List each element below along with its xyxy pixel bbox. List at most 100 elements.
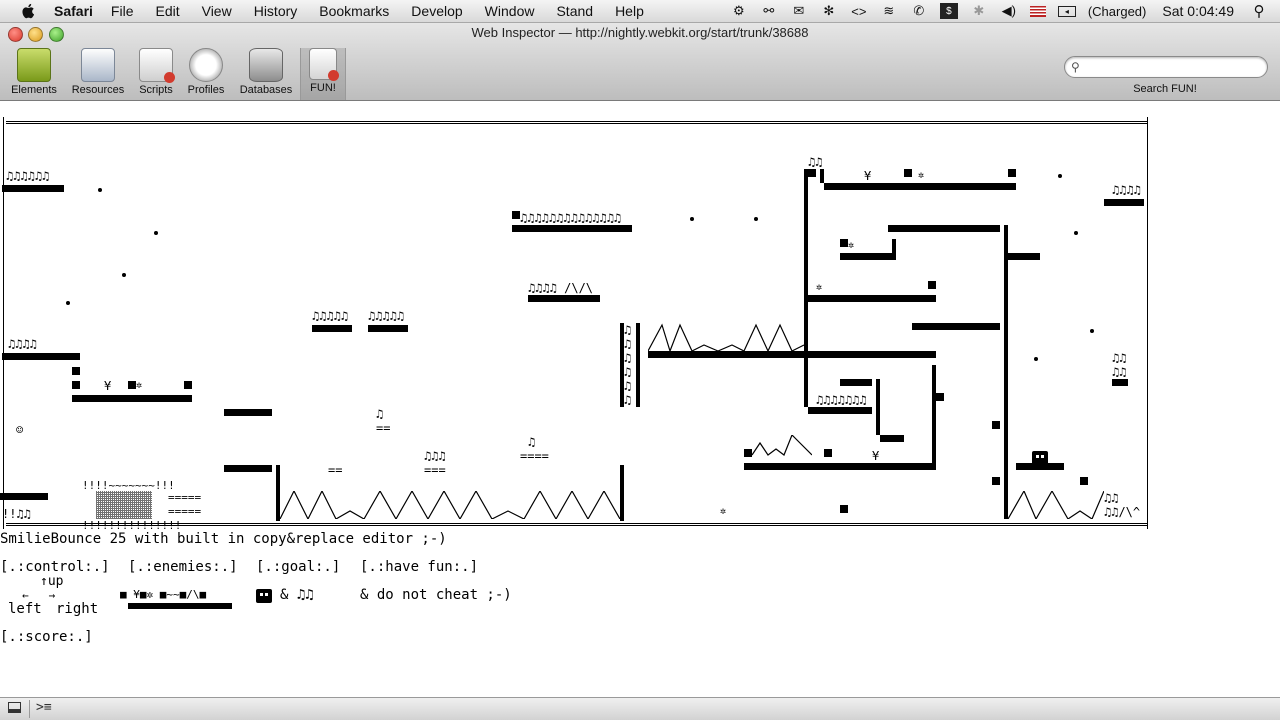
fun-panel: ♫♫♫♫♫♫ ♫♫♫♫ ¥ ✲ ☺ !!♫♫ !!!!~~~~~~~!!! !!… [0,101,1280,697]
tool-databases-label: Databases [239,84,293,96]
platform [1104,199,1144,206]
sun-enemy: ✲ [848,240,855,251]
control-label: [.:control:.] [0,559,110,575]
menu-window[interactable]: Window [485,3,535,19]
clock[interactable]: Sat 0:04:49 [1162,3,1234,19]
wall-segment [1004,225,1008,519]
dash-pad: ===== [168,491,202,504]
eq-pad: == [376,421,391,435]
tool-databases[interactable]: Databases [234,48,298,96]
tool-elements[interactable]: Elements [2,48,66,96]
volume-icon[interactable]: ◀) [1000,3,1018,19]
wifi-icon[interactable]: ≋ [880,3,898,19]
status-separator [29,700,30,718]
enemy-block [936,393,944,401]
tool-elements-label: Elements [11,84,57,96]
platform [2,185,64,192]
sun-enemy: ✲ [816,282,823,293]
platform [1008,253,1040,260]
dock-to-window-icon[interactable] [8,702,21,713]
goal-glyphs: & ♫♫ [280,587,314,603]
platform [888,225,1000,232]
profiles-icon [189,48,223,82]
battery-status[interactable]: (Charged) [1088,4,1147,19]
platform [312,325,352,332]
cheat-note: & do not cheat ;-) [360,587,512,603]
code-icon[interactable]: <> [850,3,868,19]
notes-cluster: ♫♫♫ [424,449,446,463]
board-top-border [6,121,1148,124]
sun-enemy: ✲ [720,506,727,517]
us-flag-icon[interactable] [1029,5,1046,17]
platform [824,183,1016,190]
enemy-block [512,211,520,219]
tool-scripts-label: Scripts [139,84,173,96]
score-label: [.:score:.] [0,629,93,645]
enemy-block [824,449,832,457]
battery-icon[interactable]: ◂ [1057,5,1076,17]
wall-segment [820,169,824,183]
spike-floor [280,491,620,519]
game-board[interactable]: ♫♫♫♫♫♫ ♫♫♫♫ ¥ ✲ ☺ !!♫♫ !!!!~~~~~~~!!! !!… [0,113,1160,533]
notes-bottom-right: ♫♫ ♫♫/\^ [1104,491,1141,519]
menu-history[interactable]: History [254,3,298,19]
platform [808,295,936,302]
tool-fun[interactable]: FUN! [300,48,346,100]
terminal-icon[interactable]: $ [939,3,958,19]
menu-file[interactable]: File [111,3,134,19]
note-column: ♫ ♫ ♫ ♫ ♫ ♫ [624,323,632,407]
tool-profiles[interactable]: Profiles [174,48,238,96]
link-icon[interactable]: ⚯ [760,3,778,19]
platform [72,395,192,402]
spotlight-helper-icon[interactable]: ⚙ [730,3,748,19]
notes-right-mid: ♫♫ ♫♫ [1112,351,1127,379]
bounce-dot [154,231,158,235]
bounce-dot [1090,329,1094,333]
spotlight-icon[interactable]: ⚲ [1250,3,1268,20]
single-note: ♫ [376,407,384,421]
sun-enemy: ✲ [136,380,143,391]
platform [648,351,936,358]
elements-icon [17,48,51,82]
goal-label: [.:goal:.] [256,559,341,575]
phone-icon[interactable]: ✆ [910,3,928,19]
platform [1016,463,1064,470]
app-menu[interactable]: Safari [54,3,93,19]
tool-resources[interactable]: Resources [66,48,130,96]
scripts-icon [139,48,175,83]
spike-ridge [752,435,812,456]
bluetooth-icon[interactable]: ✱ [970,3,988,19]
paw-icon[interactable]: ✻ [820,3,838,19]
wall-segment [804,365,808,407]
search-input[interactable]: ⚲ [1064,56,1268,78]
enemy-block [808,169,816,177]
menu-stand[interactable]: Stand [556,3,593,19]
have-fun-label: [.:have fun:.] [360,559,479,575]
resources-icon [81,48,115,82]
control-left: left [8,601,42,617]
enemies-platform [128,603,232,609]
enemy-block [1008,169,1016,177]
inspector-toolbar: Web Inspector — http://nightly.webkit.or… [0,23,1280,101]
console-icon[interactable]: >≡ [36,700,52,715]
menu-view[interactable]: View [202,3,232,19]
yen-enemy: ¥ [864,169,872,183]
enemy-block [992,421,1000,429]
dash-pad: ===== [168,505,202,518]
platform [0,493,48,500]
menu-bar: Safari File Edit View History Bookmarks … [0,0,1280,23]
platform [1112,379,1128,386]
eq-pad: === [424,463,446,477]
menu-edit[interactable]: Edit [155,3,179,19]
sun-enemy: ✲ [918,170,925,181]
platform [512,225,632,232]
bounce-dot [1074,231,1078,235]
apple-menu-icon[interactable] [20,2,38,20]
platform [880,435,904,442]
menu-help[interactable]: Help [615,3,644,19]
bounce-dot [122,273,126,277]
mail-icon[interactable]: ✉ [790,3,808,19]
menu-develop[interactable]: Develop [411,3,462,19]
menu-bookmarks[interactable]: Bookmarks [319,3,389,19]
bounce-dot [1034,357,1038,361]
